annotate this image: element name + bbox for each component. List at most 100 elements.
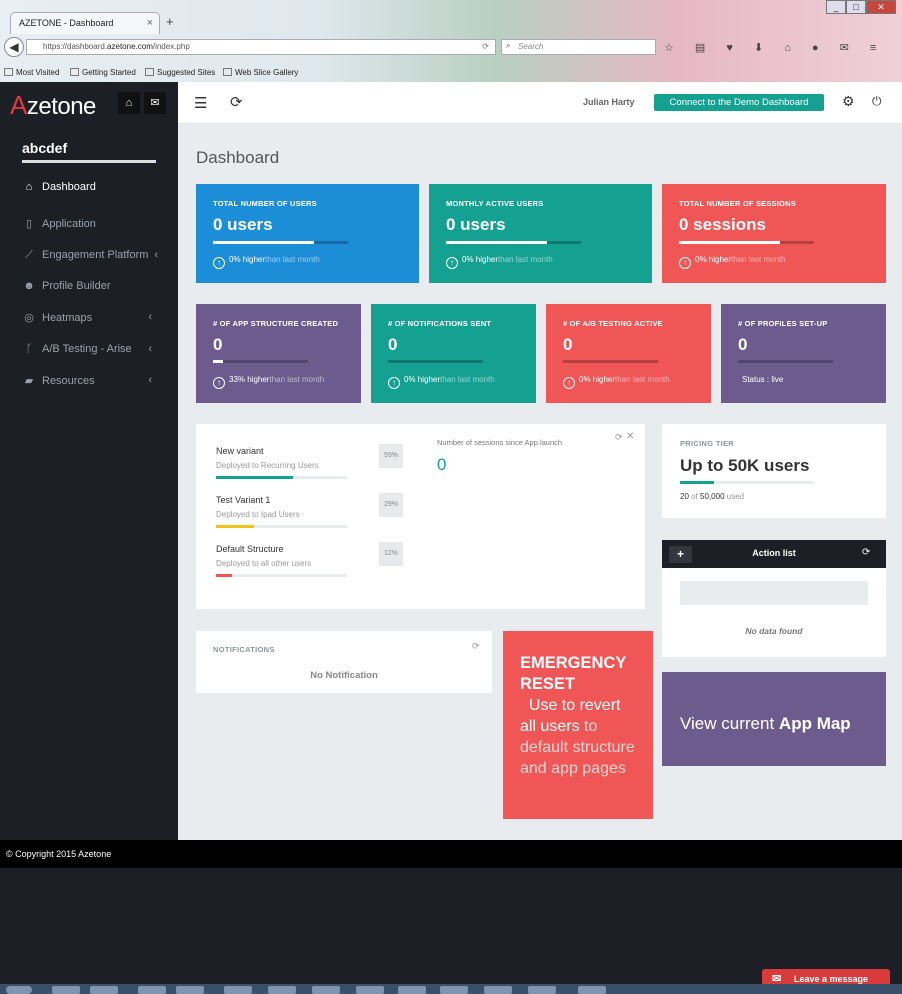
gear-icon[interactable]: ⚙: [842, 93, 855, 110]
variant-progress-bar: [216, 574, 347, 577]
arrow-up-icon: ↑: [213, 377, 225, 389]
stat-label: MONTHLY ACTIVE USERS: [446, 199, 544, 208]
stat-card-total-users: TOTAL NUMBER OF USERS 0 users ↑ 0% higher…: [196, 184, 419, 283]
variant-progress-bar: [216, 525, 347, 528]
taskbar-item[interactable]: [90, 986, 118, 994]
stat-label: TOTAL NUMBER OF SESSIONS: [679, 199, 796, 208]
back-arrow-icon[interactable]: ◀: [4, 37, 24, 57]
taskbar-item[interactable]: [578, 986, 606, 994]
taskbar-item[interactable]: [224, 986, 252, 994]
refresh-icon[interactable]: ⟳: [472, 641, 480, 652]
sidebar-item-dashboard[interactable]: ⌂ Dashboard: [22, 181, 162, 193]
taskbar-item[interactable]: [440, 986, 468, 994]
tab-title: AZETONE - Dashboard: [19, 18, 114, 28]
home-icon: ⌂: [25, 181, 33, 193]
variant-item[interactable]: Default Structure Deployed to all other …: [216, 544, 356, 577]
view-app-map-button[interactable]: View current App Map: [662, 672, 886, 766]
bookmark-most-visited[interactable]: Most Visited: [4, 68, 59, 77]
sidebar-item-resources[interactable]: ▰ Resources ‹: [22, 374, 162, 387]
stat-change: ↑ 0% higherthan last month: [563, 375, 670, 389]
logo-bar: Azetone ⌂ ✉: [0, 82, 178, 124]
taskbar-item[interactable]: [52, 986, 80, 994]
bookmark-getting-started[interactable]: Getting Started: [70, 68, 136, 77]
close-icon[interactable]: ✕: [626, 431, 634, 442]
browser-tab[interactable]: AZETONE - Dashboard ×: [10, 12, 160, 34]
emergency-reset-button[interactable]: EMERGENCY RESET Use to revert all users …: [503, 631, 653, 819]
project-name: abcdef: [22, 140, 68, 156]
chevron-left-icon: ‹: [148, 343, 152, 355]
stat-progress-bar: [213, 360, 308, 363]
hamburger-menu-icon[interactable]: ☰: [194, 94, 207, 112]
variant-item[interactable]: Test Variant 1 Deployed to Ipad Users: [216, 495, 356, 528]
chevron-left-icon: ‹: [148, 374, 152, 386]
start-button[interactable]: [6, 986, 32, 994]
variant-progress-bar: [216, 476, 347, 479]
bookmark-suggested-sites[interactable]: Suggested Sites: [145, 68, 215, 77]
arrow-up-icon: ↑: [213, 257, 225, 269]
close-window-button[interactable]: ✕: [866, 0, 896, 14]
stat-value: 0: [388, 335, 398, 354]
home-icon[interactable]: ⌂: [118, 92, 140, 114]
stat-value: 0: [563, 335, 573, 354]
taskbar-item[interactable]: [398, 986, 426, 994]
sessions-label: Number of sessions since App launch: [437, 438, 563, 447]
sidebar-item-ab-testing[interactable]: ᚴ A/B Testing - Arise ‹: [22, 343, 162, 355]
new-tab-button[interactable]: +: [166, 14, 174, 29]
stat-label: # OF APP STRUCTURE CREATED: [213, 319, 339, 328]
pricing-progress-bar: [680, 481, 814, 484]
refresh-icon[interactable]: ⟳: [862, 547, 870, 558]
notifications-label: NOTIFICATIONS: [213, 645, 275, 654]
browser-chrome: AZETONE - Dashboard × + _ □ ✕ ◀ https://…: [0, 0, 902, 82]
azetone-logo[interactable]: Azetone: [10, 90, 96, 121]
connect-demo-button[interactable]: Connect to the Demo Dashboard: [654, 94, 824, 111]
taskbar-item[interactable]: [268, 986, 296, 994]
refresh-icon[interactable]: ⟳: [615, 432, 623, 443]
stat-card-ab-testing-active: # OF A/B TESTING ACTIVE 0 ↑ 0% higherthan…: [546, 304, 711, 403]
stat-change: ↑ 0% higherthan last month: [213, 255, 320, 269]
sidebar-item-engagement-platform[interactable]: ⟋ Engagement Platform ‹: [22, 249, 162, 262]
minimize-button[interactable]: _: [826, 0, 846, 14]
taskbar-item[interactable]: [356, 986, 384, 994]
taskbar-item[interactable]: [528, 986, 556, 994]
user-name[interactable]: Julian Harty: [583, 97, 635, 107]
mail-icon[interactable]: ✉: [144, 92, 166, 114]
chart-icon: ⟋: [25, 249, 33, 261]
variant-name: New variant: [216, 446, 264, 456]
stat-label: # OF A/B TESTING ACTIVE: [563, 319, 663, 328]
sidebar-item-profile-builder[interactable]: ☻ Profile Builder: [22, 280, 162, 292]
footer: © Copyright 2015 Azetone: [0, 840, 902, 868]
stat-card-monthly-active-users: MONTHLY ACTIVE USERS 0 users ↑ 0% highert…: [429, 184, 652, 283]
bookmark-web-slice-gallery[interactable]: Web Slice Gallery: [223, 68, 298, 77]
power-icon[interactable]: ⏻: [872, 94, 882, 109]
toolbar-icons[interactable]: ☆ ▤ ♥ ⬇ ⌂ ● ✉ ≡: [664, 41, 885, 54]
taskbar-item[interactable]: [484, 986, 512, 994]
taskbar-item[interactable]: [176, 986, 204, 994]
stat-change: ↑ 33% higherthan last month: [213, 375, 324, 389]
refresh-icon[interactable]: ⟳: [230, 93, 243, 111]
sessions-value: 0: [437, 455, 447, 474]
stat-label: TOTAL NUMBER OF USERS: [213, 199, 317, 208]
maximize-button[interactable]: □: [846, 0, 866, 14]
stat-progress-fill: [446, 241, 548, 244]
tab-close-icon[interactable]: ×: [147, 17, 153, 29]
variant-percent: 59%: [379, 444, 403, 468]
sidebar-item-heatmaps[interactable]: ◎ Heatmaps ‹: [22, 311, 162, 324]
taskbar-item[interactable]: [312, 986, 340, 994]
magnifier-icon: ⌕: [506, 41, 511, 50]
search-input[interactable]: ⌕ Search: [501, 39, 656, 55]
taskbar-item[interactable]: [138, 986, 166, 994]
address-bar[interactable]: https://dashboard.azetone.com/index.php …: [26, 39, 496, 55]
variant-item[interactable]: New variant Deployed to Recurring Users: [216, 446, 356, 479]
page-title: Dashboard: [196, 148, 280, 167]
bookmarks-bar: Most Visited Getting Started Suggested S…: [0, 62, 902, 82]
sidebar-item-application[interactable]: ▯ Application: [22, 217, 162, 230]
reload-icon[interactable]: ⟳: [482, 42, 489, 51]
stat-value: 0 sessions: [679, 215, 766, 234]
chevron-left-icon: ‹: [148, 311, 152, 323]
folder-icon: ▰: [24, 375, 34, 387]
stat-progress-bar: [388, 360, 483, 363]
arrow-up-icon: ↑: [679, 257, 691, 269]
status-text: Status : live: [742, 375, 784, 384]
stat-value: 0 users: [446, 215, 506, 234]
stat-change: ↑ 0% higherthan last month: [388, 375, 495, 389]
